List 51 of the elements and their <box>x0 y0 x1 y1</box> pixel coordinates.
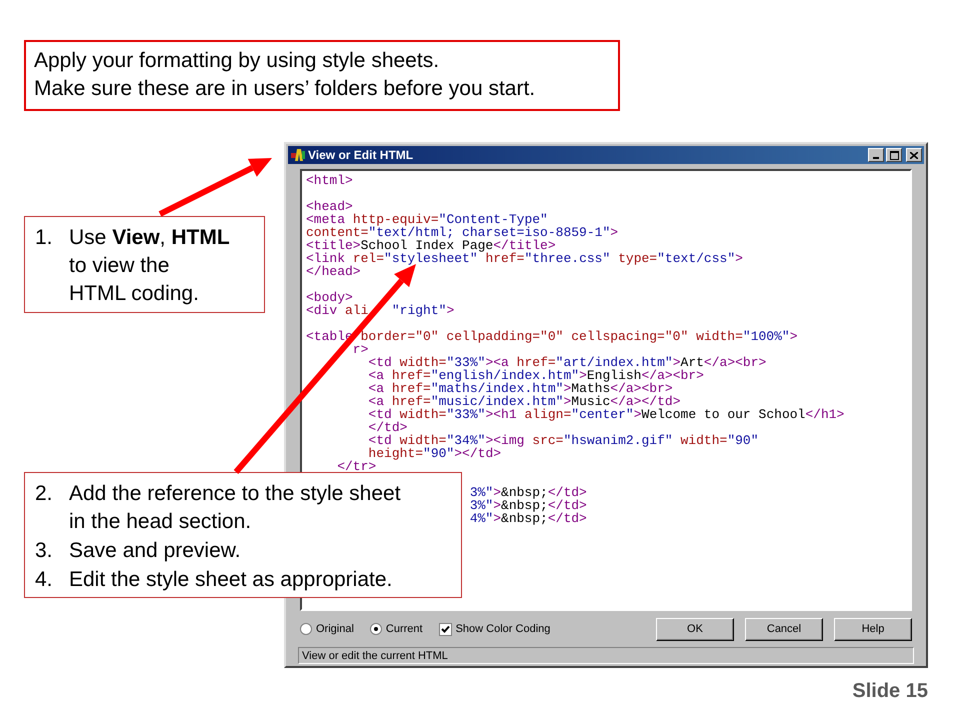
code-line: <head> <box>306 200 353 213</box>
code-line: <link rel="stylesheet" href="three.css" type="text/css"> <box>306 252 743 265</box>
code-line: <html> <box>306 174 353 187</box>
item-number: 3. <box>35 538 54 564</box>
check-icon <box>440 624 450 634</box>
code-line: content="text/html; charset=iso-8859-1"> <box>306 226 618 239</box>
code-line: <body> <box>306 291 353 304</box>
code-line: <div ali "right"> <box>306 304 454 317</box>
item-number: 1. <box>35 225 54 251</box>
close-icon <box>910 152 918 158</box>
minimize-button[interactable] <box>868 148 884 162</box>
code-line: <title>School Index Page</title> <box>306 239 556 252</box>
radio-button[interactable] <box>300 623 312 635</box>
code-line: <td width="33%"><a href="art/index.htm">Art</a><br> <box>367 356 766 369</box>
checkbox[interactable] <box>438 622 452 636</box>
code-line: 3%">&nbsp;</td> <box>470 499 587 512</box>
item-number: 4. <box>35 567 54 593</box>
instruction-text: Add the reference to the style sheet in the head section. <box>69 481 401 535</box>
note-text: Make sure these are in users’ folders before you start. <box>34 76 536 102</box>
window-title: View or Edit HTML <box>308 148 414 162</box>
code-line: r> <box>352 343 368 356</box>
item-number: 2. <box>35 481 54 507</box>
code-line: 3%">&nbsp;</td> <box>470 486 587 499</box>
radio-button[interactable] <box>370 623 382 635</box>
code-line: 4%">&nbsp;</td> <box>470 512 587 525</box>
maximize-icon <box>890 150 898 160</box>
code-line: <meta http-equiv="Content-Type" <box>306 213 548 226</box>
code-line: <td width="34%"><img src="hswanim2.gif" width="90" <box>367 434 759 447</box>
instruction-text: Edit the style sheet as appropriate. <box>69 567 392 593</box>
code-line: </tr> <box>336 460 376 473</box>
instruction-text: Use View, HTML to view the HTML coding. <box>69 225 230 307</box>
code-line: </head> <box>306 265 361 278</box>
code-line: height="90"></td> <box>368 447 502 460</box>
slide-number: Slide 15 <box>852 680 928 703</box>
note-text: Apply your formatting by using style sheets. <box>34 48 440 74</box>
checkbox-option[interactable]: Show Color Coding <box>438 622 550 636</box>
code-line: <a href="maths/index.htm">Maths</a><br> <box>367 382 673 395</box>
close-button[interactable] <box>906 148 922 162</box>
code-line: <a href="english/index.htm">English</a><br> <box>367 369 704 382</box>
maximize-button[interactable] <box>886 148 902 162</box>
dialog-button[interactable]: Help <box>834 618 912 640</box>
status-bar: View or edit the current HTML <box>298 647 914 664</box>
radio-option[interactable]: Original <box>300 623 354 635</box>
app-icon <box>290 148 306 162</box>
code-line: <a href="music/index.htm">Music</a></td> <box>367 395 680 408</box>
code-line: </td> <box>367 421 408 434</box>
dialog-button[interactable]: OK <box>656 618 734 640</box>
code-line: <td width="33%"><h1 align="center">Welcome to our School</h1> <box>367 408 844 421</box>
dialog-button[interactable]: Cancel <box>745 618 823 640</box>
instruction-text: Save and preview. <box>69 538 241 564</box>
radio-option[interactable]: Current <box>370 623 423 635</box>
